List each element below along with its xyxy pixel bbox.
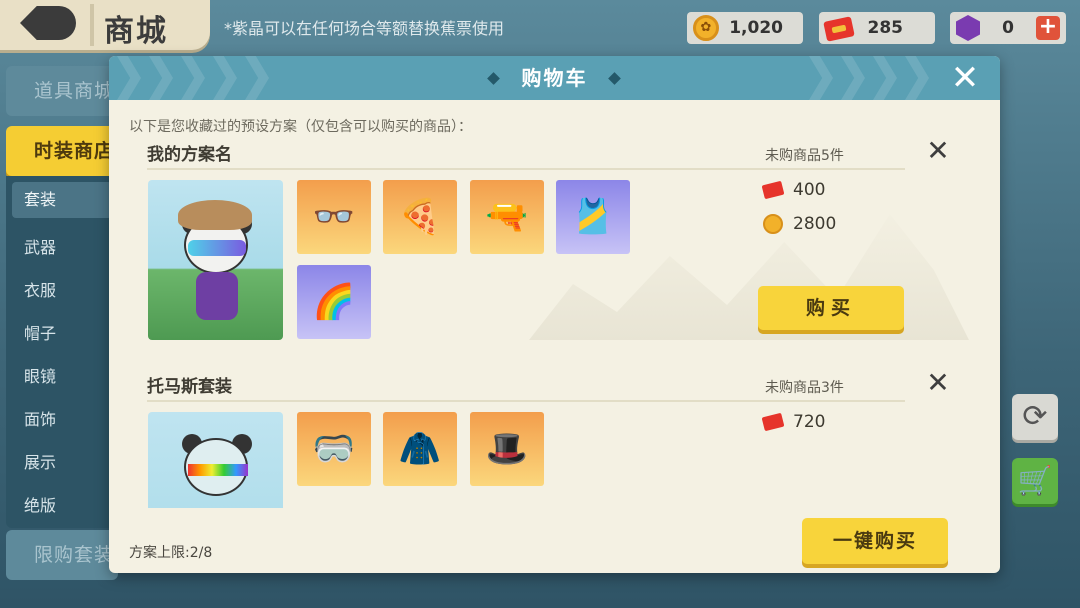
nav-item-limited-sets[interactable]: 限购套装	[6, 530, 118, 580]
price-row: 720	[761, 410, 826, 434]
dialog-title: 购物车	[521, 66, 588, 90]
fur-coat-icon: 🧥	[398, 429, 442, 469]
cart-icon: 🛒	[1017, 464, 1053, 497]
divider	[147, 168, 905, 170]
ticket-icon	[761, 412, 785, 432]
price-row: 400	[761, 178, 826, 202]
avatar-glasses	[188, 240, 246, 256]
divider	[90, 4, 94, 46]
plan-card: 托马斯套装 未购商品3件 ✕ 🥽 🧥 🎩 720	[109, 368, 1000, 508]
sub-item-retired[interactable]: 绝版	[24, 492, 56, 516]
item-slot[interactable]: 🎽	[556, 180, 630, 254]
coin-value: 1,020	[729, 18, 783, 38]
glasses-icon: 👓	[312, 197, 356, 237]
sub-item-weapons[interactable]: 武器	[24, 234, 56, 258]
price-row: 2800	[763, 212, 836, 236]
top-hat-icon: 🎩	[485, 429, 529, 469]
item-slot[interactable]: 🧥	[383, 412, 457, 486]
plan-limit: 方案上限:2/8	[129, 545, 213, 561]
page-title: 商城	[104, 14, 168, 49]
cart-button[interactable]: 🛒	[1012, 458, 1058, 504]
back-button[interactable]: 商城	[0, 0, 210, 50]
item-slot[interactable]: 🥽	[297, 412, 371, 486]
sub-item-hats[interactable]: 帽子	[24, 320, 56, 344]
sub-nav-panel: 套装 武器 衣服 帽子 眼镜 面饰 展示 绝版	[6, 176, 118, 528]
plan-name: 托马斯套装	[147, 377, 232, 397]
sub-item-clothes[interactable]: 衣服	[24, 277, 56, 301]
sub-item-face[interactable]: 面饰	[24, 406, 56, 430]
ticket-balance: 285	[819, 12, 935, 44]
rainbow-scarf-icon: 🌈	[312, 282, 356, 322]
unbought-count: 未购商品5件	[765, 148, 844, 164]
remove-plan-button[interactable]: ✕	[923, 140, 953, 166]
avatar-beret	[178, 200, 252, 230]
ticket-icon	[761, 180, 785, 200]
plan-card: 我的方案名 未购商品5件 ✕ 👓 🍕 🔫 🎽 🌈 400 2800 购买	[109, 140, 1000, 360]
divider	[147, 400, 905, 402]
coin-icon	[763, 214, 783, 234]
item-slot[interactable]: 🍕	[383, 180, 457, 254]
gem-balance: 0 +	[950, 12, 1066, 44]
eyepatch-icon: 🥽	[312, 429, 356, 469]
back-arrow-icon	[20, 6, 76, 40]
ticket-value: 285	[867, 18, 904, 38]
avatar-preview[interactable]	[148, 180, 283, 340]
rainbow-vest-icon: 🎽	[571, 197, 615, 237]
item-slot[interactable]: 🌈	[297, 265, 371, 339]
rifle-icon: 🔫	[485, 197, 529, 237]
sub-item-sets[interactable]: 套装	[12, 182, 112, 218]
pizza-box-icon: 🍕	[398, 197, 442, 237]
avatar-body	[196, 272, 238, 320]
dialog-header: 购物车 ✕	[109, 56, 1000, 100]
avatar-headband	[188, 464, 248, 476]
buy-all-button[interactable]: 一键购买	[802, 518, 948, 564]
price-value: 400	[793, 180, 826, 200]
item-slot[interactable]: 👓	[297, 180, 371, 254]
sub-item-display[interactable]: 展示	[24, 449, 56, 473]
plan-name: 我的方案名	[147, 145, 232, 165]
price-value: 2800	[793, 214, 837, 234]
nav-item-fashion-shop[interactable]: 时装商店	[6, 126, 118, 176]
unbought-count: 未购商品3件	[765, 380, 844, 396]
add-gem-button[interactable]: +	[1036, 16, 1060, 40]
remove-plan-button[interactable]: ✕	[923, 368, 953, 398]
avatar-preview[interactable]	[148, 412, 283, 508]
item-slot[interactable]: 🎩	[470, 412, 544, 486]
sub-item-glasses[interactable]: 眼镜	[24, 363, 56, 387]
item-slot[interactable]: 🔫	[470, 180, 544, 254]
dialog-intro: 以下是您收藏过的预设方案（仅包含可以购买的商品）：	[129, 119, 472, 135]
plan-list[interactable]: 我的方案名 未购商品5件 ✕ 👓 🍕 🔫 🎽 🌈 400 2800 购买 托马斯…	[109, 140, 1000, 508]
refresh-icon: ⟳	[1022, 399, 1048, 434]
buy-plan-button[interactable]: 购买	[758, 286, 904, 330]
coin-balance: 1,020	[687, 12, 803, 44]
currency-note: *紫晶可以在任何场合等额替换蕉票使用	[224, 19, 505, 38]
refresh-button[interactable]: ⟳	[1012, 394, 1058, 440]
price-value: 720	[793, 412, 826, 432]
shopping-cart-dialog: 购物车 ✕ 以下是您收藏过的预设方案（仅包含可以购买的商品）： 我的方案名 未购…	[109, 56, 1000, 573]
nav-item-props-shop[interactable]: 道具商城	[6, 66, 118, 116]
close-button[interactable]: ✕	[948, 61, 982, 96]
top-bar: 商城 *紫晶可以在任何场合等额替换蕉票使用 1,020 285 0 +	[0, 0, 1080, 52]
side-nav: 道具商城 时装商店 套装 武器 衣服 帽子 眼镜 面饰 展示 绝版 限购套装	[6, 66, 118, 606]
